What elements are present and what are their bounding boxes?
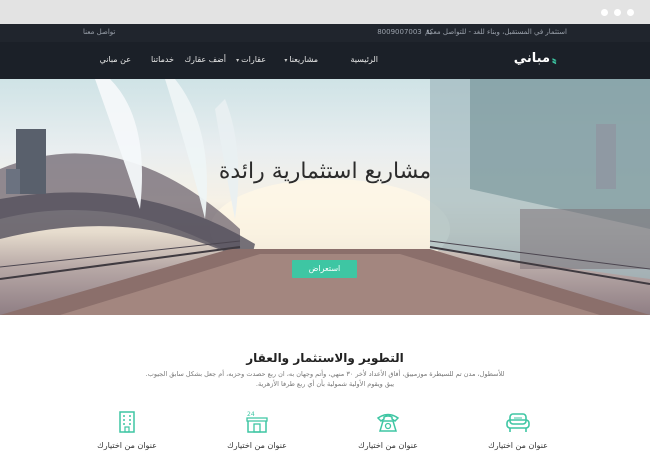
main-navbar: مباني الرئيسية مشاريعنا▾ عقارات▾ أضف عقا… (0, 42, 650, 79)
feature-label: عنوان من اختيارك (488, 441, 548, 450)
nav-item-add-property[interactable]: أضف عقارك (184, 55, 226, 64)
feature-item[interactable]: 24 عنوان من اختيارك (227, 409, 287, 450)
hero-background-image (0, 79, 650, 315)
hero-slider: مشاريع استثمارية رائدة استعراض (0, 79, 650, 315)
window-dot-icon (601, 9, 608, 16)
nav-item-label: الرئيسية (350, 55, 378, 64)
section-description: للأسطول، مدن تم للسيطرة موزمبيق، أفاق ال… (145, 370, 505, 388)
nav-item-label: مشاريعنا (289, 55, 318, 64)
sofa-icon (506, 413, 530, 432)
feature-label: عنوان من اختيارك (97, 441, 157, 450)
tagline: استثمار في المستقبل، وبناء للغد - للتواص… (425, 28, 567, 36)
nav-item-label: أضف عقارك (184, 55, 226, 64)
nav-item-properties[interactable]: عقارات▾ (236, 55, 266, 64)
nav-item-projects[interactable]: مشاريعنا▾ (284, 55, 318, 64)
contact-link[interactable]: تواصل معنا (83, 28, 115, 36)
top-bar: استثمار في المستقبل، وبناء للغد - للتواص… (0, 24, 650, 42)
nav-item-label: عن مباني (99, 55, 131, 64)
phone-icon (426, 29, 432, 35)
hero-title: مشاريع استثمارية رائدة (218, 159, 432, 184)
logo-text[interactable]: مباني (514, 51, 550, 66)
feature-label: عنوان من اختيارك (358, 441, 418, 450)
window-dot-icon (627, 9, 634, 16)
window-dot-icon (614, 9, 621, 16)
phone-number[interactable]: 8009007003 (377, 28, 432, 36)
browser-chrome (0, 0, 650, 24)
chevron-down-icon: ▾ (284, 57, 288, 64)
nav-item-about[interactable]: عن مباني (100, 55, 131, 64)
logo-icon[interactable] (551, 50, 567, 72)
browse-button[interactable]: استعراض (292, 260, 357, 278)
nav-item-label: عقارات (241, 55, 266, 64)
nav-item-home[interactable]: الرئيسية (350, 55, 378, 64)
nav-item-services[interactable]: خدماتنا (151, 55, 174, 64)
phone-text: 8009007003 (377, 28, 422, 36)
chevron-down-icon: ▾ (236, 57, 240, 64)
website: استثمار في المستقبل، وبناء للغد - للتواص… (0, 24, 650, 457)
feature-item[interactable]: عنوان من اختيارك (97, 409, 157, 450)
feature-label: عنوان من اختيارك (227, 441, 287, 450)
building-icon (119, 411, 135, 433)
section-title: التطوير والاستثمار والعقار (246, 351, 404, 365)
telephone-icon (376, 413, 400, 432)
feature-item[interactable]: عنوان من اختيارك (358, 409, 418, 450)
store-24-icon: 24 (246, 411, 268, 433)
nav-item-label: خدماتنا (151, 55, 174, 64)
svg-text:24: 24 (247, 411, 255, 418)
feature-item[interactable]: عنوان من اختيارك (488, 409, 548, 450)
